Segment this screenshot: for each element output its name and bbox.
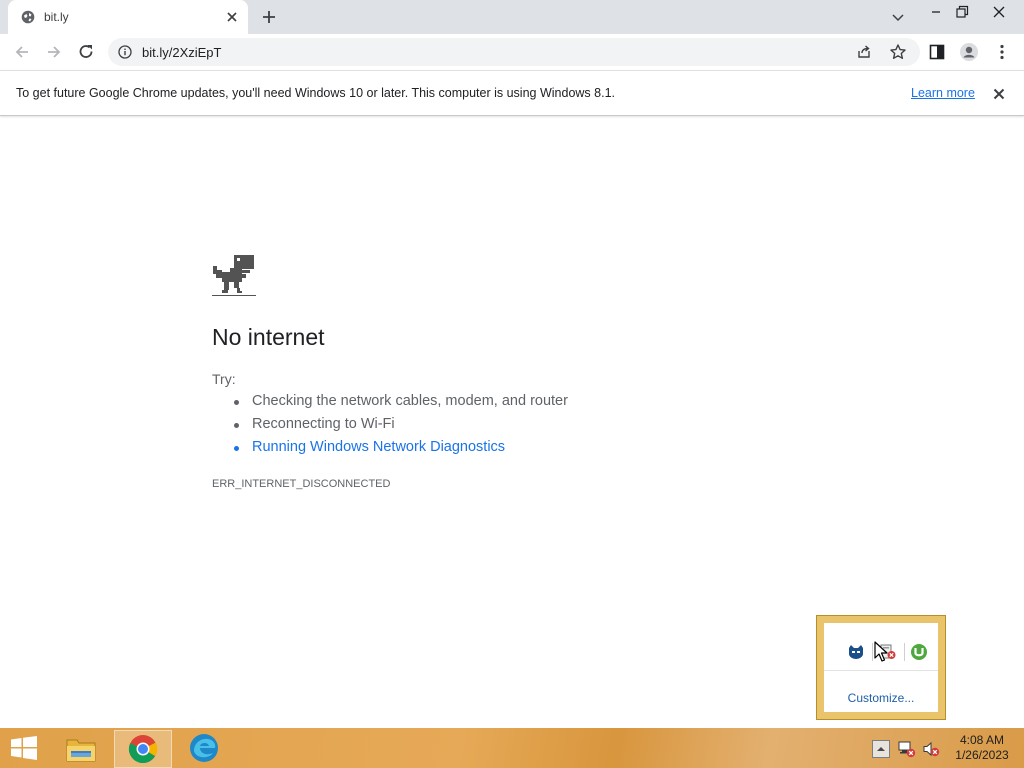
share-icon[interactable] (856, 44, 872, 60)
infobar-close-icon[interactable] (991, 86, 1007, 102)
infobar-message: To get future Google Chrome updates, you… (16, 86, 615, 100)
profile-avatar-icon[interactable] (959, 42, 979, 62)
customize-link[interactable]: Customize... (824, 691, 938, 705)
clock-time: 4:08 AM (959, 733, 1005, 747)
taskbar-edge[interactable] (176, 730, 234, 768)
tab-close-icon[interactable] (224, 9, 240, 25)
network-disconnected-icon[interactable] (898, 740, 916, 758)
try-label: Try: (212, 371, 236, 387)
taskbar-chrome[interactable] (114, 730, 172, 768)
window-close-icon[interactable] (989, 2, 1009, 22)
address-bar[interactable]: bit.ly/2XziEpT (108, 38, 920, 66)
suggestion-list: Checking the network cables, modem, and … (212, 393, 568, 462)
bookmark-star-icon[interactable] (889, 43, 907, 61)
browser-titlebar: bit.ly (0, 0, 1024, 34)
error-code: ERR_INTERNET_DISCONNECTED (212, 478, 391, 490)
tab-search-icon[interactable] (888, 7, 908, 27)
file-explorer-icon (66, 739, 96, 762)
network-diagnostics-link[interactable]: Running Windows Network Diagnostics (212, 439, 568, 462)
browser-tab[interactable]: bit.ly (8, 0, 248, 34)
back-icon[interactable] (12, 42, 32, 62)
edge-icon (190, 734, 218, 762)
update-infobar: To get future Google Chrome updates, you… (0, 70, 1024, 116)
chrome-menu-icon[interactable] (992, 42, 1012, 62)
taskbar-clock[interactable]: 4:08 AM 1/26/2023 (948, 733, 1016, 763)
forward-icon[interactable] (44, 42, 64, 62)
icon-separator (904, 643, 905, 661)
notification-overflow-popup: Customize... (816, 615, 946, 720)
new-tab-icon[interactable] (260, 8, 278, 26)
suggestion-reconnect-wifi: Reconnecting to Wi-Fi (212, 416, 568, 439)
reload-icon[interactable] (76, 42, 96, 62)
suggestion-check-cables: Checking the network cables, modem, and … (212, 393, 568, 416)
clock-date: 1/26/2023 (955, 748, 1009, 762)
utorrent-icon[interactable] (910, 643, 928, 661)
chrome-icon (128, 735, 158, 764)
globe-icon (21, 10, 35, 24)
error-heading: No internet (212, 324, 325, 350)
learn-more-link[interactable]: Learn more (911, 86, 975, 100)
dinosaur-icon[interactable] (212, 254, 256, 298)
overflow-panel: Customize... (824, 623, 938, 712)
minimize-icon[interactable] (926, 2, 946, 22)
tab-title: bit.ly (44, 10, 69, 24)
icon-separator (872, 643, 873, 661)
url-text[interactable]: bit.ly/2XziEpT (142, 45, 221, 60)
bitdefender-icon[interactable] (847, 643, 865, 661)
taskbar-file-explorer[interactable] (52, 730, 110, 768)
show-hidden-icons-icon[interactable] (872, 740, 890, 758)
site-info-icon[interactable] (118, 45, 132, 59)
windows-start-icon[interactable] (10, 736, 38, 760)
volume-muted-icon[interactable] (922, 740, 940, 758)
browser-toolbar: bit.ly/2XziEpT (0, 34, 1024, 70)
restore-icon[interactable] (952, 2, 972, 22)
side-panel-icon[interactable] (927, 42, 947, 62)
mouse-cursor-icon (874, 641, 888, 662)
